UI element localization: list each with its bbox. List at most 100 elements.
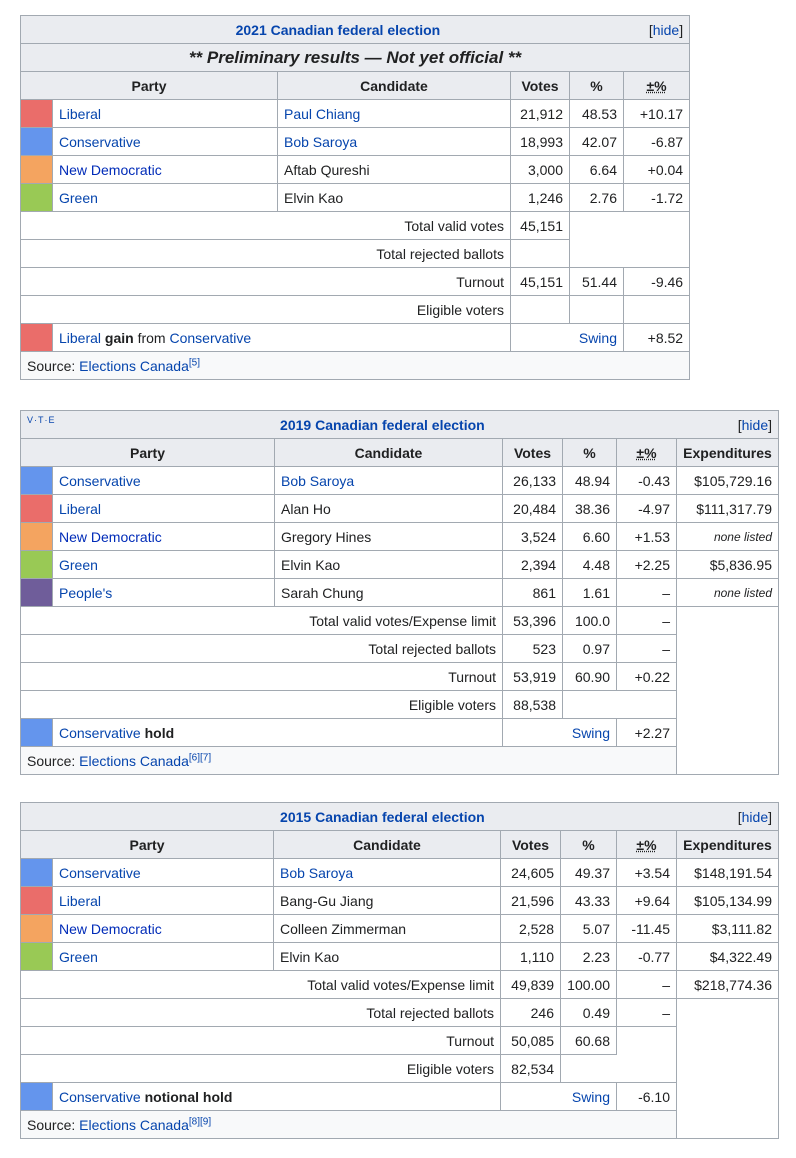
votes-cell: 2,528 xyxy=(500,914,561,943)
election-title-link[interactable]: 2021 Canadian federal election xyxy=(236,22,441,38)
party-link[interactable]: Green xyxy=(52,942,274,971)
party-link[interactable]: Conservative xyxy=(52,858,274,887)
party-link[interactable]: New Democratic xyxy=(52,914,274,943)
result-text: Conservative notional hold xyxy=(52,1082,501,1111)
vte-links[interactable]: V·T·E xyxy=(27,415,56,425)
eligible-votes: 82,534 xyxy=(500,1054,561,1083)
empty-cell xyxy=(676,606,779,775)
change-cell: – xyxy=(616,578,677,607)
swing-value: +2.27 xyxy=(616,718,677,747)
change-cell: -6.87 xyxy=(622,127,691,156)
result-from: from xyxy=(137,329,166,346)
total-valid-votes: 49,839 xyxy=(500,970,561,999)
table-row: Liberal Paul Chiang 21,912 48.53 +10.17 xyxy=(20,99,691,128)
empty-cell xyxy=(676,998,779,1139)
total-valid-votes: 45,151 xyxy=(510,211,570,240)
change-cell: +9.64 xyxy=(616,886,677,915)
party-color-swatch xyxy=(20,323,53,352)
party-link[interactable]: Green xyxy=(52,550,275,579)
party-link[interactable]: New Democratic xyxy=(52,522,275,551)
rejected-votes xyxy=(510,239,570,268)
reference-link[interactable]: [8][9] xyxy=(189,1116,211,1127)
turnout-change: +0.22 xyxy=(616,662,677,691)
turnout-label: Turnout xyxy=(20,662,503,691)
expenditures-header: Expenditures xyxy=(676,438,779,467)
votes-cell: 3,000 xyxy=(510,155,570,184)
percent-header: % xyxy=(562,438,617,467)
reference-link[interactable]: [5] xyxy=(189,357,200,368)
loser-link[interactable]: Conservative xyxy=(169,330,251,346)
expenditures-cell: $111,317.79 xyxy=(676,494,779,523)
result-word: notional hold xyxy=(144,1088,233,1105)
party-link[interactable]: Liberal xyxy=(52,99,278,128)
result-row: Liberal gain from Conservative Swing +8.… xyxy=(20,323,691,352)
election-2015-table: [hide] 2015 Canadian federal election Pa… xyxy=(20,802,779,1139)
candidate-name: Bang-Gu Jiang xyxy=(273,886,501,915)
rejected-percent: 0.97 xyxy=(562,634,617,663)
party-link[interactable]: Conservative xyxy=(52,466,275,495)
party-color-swatch xyxy=(20,914,53,943)
votes-header: Votes xyxy=(510,71,570,100)
source-label: Source: xyxy=(27,357,76,374)
party-link[interactable]: Liberal xyxy=(52,886,274,915)
hide-link[interactable]: [hide] xyxy=(649,22,683,38)
election-title-link[interactable]: 2015 Canadian federal election xyxy=(280,809,485,825)
percent-cell: 48.94 xyxy=(562,466,617,495)
candidate-link[interactable]: Paul Chiang xyxy=(277,99,511,128)
source-line: Source: Elections Canada[6][7] xyxy=(20,746,677,775)
swing-link[interactable]: Swing xyxy=(500,1082,617,1111)
candidate-name: Aftab Qureshi xyxy=(277,155,511,184)
empty-cell xyxy=(561,1055,677,1083)
candidate-header: Candidate xyxy=(273,830,501,859)
source-link[interactable]: Elections Canada xyxy=(79,753,189,769)
total-valid-label: Total valid votes/Expense limit xyxy=(20,970,501,999)
hide-link[interactable]: [hide] xyxy=(738,417,772,433)
winner-link[interactable]: Conservative xyxy=(59,1089,141,1105)
candidate-header: Candidate xyxy=(274,438,503,467)
percent-cell: 2.76 xyxy=(569,183,624,212)
result-text: Liberal gain from Conservative xyxy=(52,323,511,352)
expense-limit: $218,774.36 xyxy=(676,970,779,999)
turnout-label: Turnout xyxy=(20,1026,501,1055)
candidate-link[interactable]: Bob Saroya xyxy=(277,127,511,156)
party-link[interactable]: Green xyxy=(52,183,278,212)
expenditures-cell: $3,111.82 xyxy=(676,914,779,943)
percent-cell: 48.53 xyxy=(569,99,624,128)
change-header[interactable]: ±% xyxy=(622,71,691,100)
table-row: New Democratic Gregory Hines 3,524 6.60 … xyxy=(20,522,779,551)
eligible-label: Eligible voters xyxy=(20,1054,501,1083)
expenditures-cell: none listed xyxy=(676,522,779,551)
percent-header: % xyxy=(569,71,624,100)
party-link[interactable]: Liberal xyxy=(52,494,275,523)
turnout-votes: 53,919 xyxy=(502,662,563,691)
swing-link[interactable]: Swing xyxy=(502,718,617,747)
source-link[interactable]: Elections Canada xyxy=(79,358,189,374)
reference-link[interactable]: [6][7] xyxy=(189,752,211,763)
change-header[interactable]: ±% xyxy=(616,438,677,467)
votes-cell: 21,596 xyxy=(500,886,561,915)
source-line: Source: Elections Canada[8][9] xyxy=(20,1110,677,1139)
election-title-link[interactable]: 2019 Canadian federal election xyxy=(280,417,485,433)
turnout-percent: 51.44 xyxy=(569,267,624,296)
table-row: New Democratic Colleen Zimmerman 2,528 5… xyxy=(20,914,779,943)
rejected-label: Total rejected ballots xyxy=(20,998,501,1027)
hide-link[interactable]: [hide] xyxy=(738,809,772,825)
table-row: Conservative Bob Saroya 18,993 42.07 -6.… xyxy=(20,127,691,156)
percent-cell: 49.37 xyxy=(560,858,617,887)
total-valid-percent: 100.0 xyxy=(562,606,617,635)
swing-value: +8.52 xyxy=(622,323,691,352)
winner-link[interactable]: Liberal xyxy=(59,330,101,346)
candidate-link[interactable]: Bob Saroya xyxy=(273,858,501,887)
percent-header: % xyxy=(560,830,617,859)
candidate-link[interactable]: Bob Saroya xyxy=(274,466,503,495)
party-link[interactable]: People's xyxy=(52,578,275,607)
party-link[interactable]: New Democratic xyxy=(52,155,278,184)
expenditures-cell: $5,836.95 xyxy=(676,550,779,579)
winner-link[interactable]: Conservative xyxy=(59,725,141,741)
swing-link[interactable]: Swing xyxy=(510,323,624,352)
election-2021-table: [hide] 2021 Canadian federal election **… xyxy=(19,15,691,380)
source-link[interactable]: Elections Canada xyxy=(79,1117,189,1133)
party-link[interactable]: Conservative xyxy=(52,127,278,156)
change-header[interactable]: ±% xyxy=(616,830,677,859)
votes-header: Votes xyxy=(502,438,563,467)
